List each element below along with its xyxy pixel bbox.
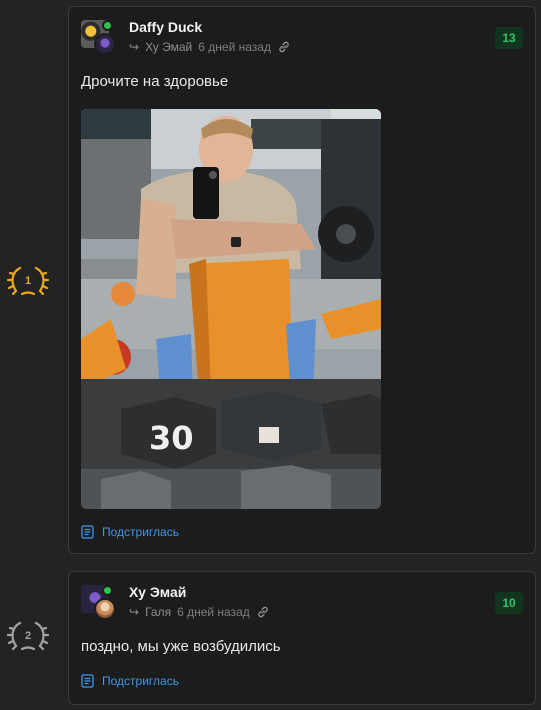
post-link-label[interactable]: Подстриглась — [102, 525, 179, 539]
avatar[interactable] — [81, 585, 116, 620]
chain-link-icon[interactable] — [256, 605, 270, 619]
post-link[interactable]: Подстриглась — [81, 525, 179, 539]
post-link-label[interactable]: Подстриглась — [102, 674, 179, 688]
comment-meta: ↪ Ху Эмай 6 дней назад — [129, 40, 291, 54]
reply-arrow-icon: ↪ — [129, 40, 140, 54]
avatar[interactable] — [81, 20, 116, 55]
comment-text: Дрочите на здоровье — [81, 73, 229, 90]
online-indicator — [102, 585, 113, 596]
document-icon — [81, 525, 94, 539]
timestamp[interactable]: 6 дней назад — [198, 40, 271, 54]
comment-card: Daffy Duck ↪ Ху Эмай 6 дней назад 13 Дро… — [68, 6, 536, 554]
attached-photo[interactable]: 30 — [81, 109, 381, 509]
online-indicator — [102, 20, 113, 31]
comment-card: Ху Эмай ↪ Галя 6 дней назад 10 поздно, м… — [68, 571, 536, 705]
reply-to-user[interactable]: Ху Эмай — [145, 40, 192, 54]
author-name[interactable]: Daffy Duck — [129, 19, 202, 35]
score-badge[interactable]: 13 — [495, 27, 523, 49]
chain-link-icon[interactable] — [277, 40, 291, 54]
comment-header: Ху Эмай ↪ Галя 6 дней назад — [81, 584, 523, 620]
author-name[interactable]: Ху Эмай — [129, 584, 186, 600]
comment-meta: ↪ Галя 6 дней назад — [129, 605, 270, 619]
document-icon — [81, 674, 94, 688]
post-link[interactable]: Подстриглась — [81, 674, 179, 688]
comment-text: поздно, мы уже возбудились — [81, 638, 281, 655]
rank-number: 1 — [24, 275, 32, 287]
avatar-secondary-image — [94, 33, 116, 55]
reply-arrow-icon: ↪ — [129, 605, 140, 619]
score-badge[interactable]: 10 — [495, 592, 523, 614]
rank-badge-silver: 2 — [6, 619, 50, 653]
comment-header: Daffy Duck ↪ Ху Эмай 6 дней назад — [81, 19, 523, 55]
timestamp[interactable]: 6 дней назад — [177, 605, 250, 619]
rank-number: 2 — [24, 630, 32, 642]
rank-badge-gold: 1 — [6, 264, 50, 298]
gym-selfie-image: 30 — [81, 109, 381, 509]
reply-to-user[interactable]: Галя — [145, 605, 171, 619]
avatar-secondary-image — [94, 598, 116, 620]
dumbbell-weight-label: 30 — [149, 419, 194, 457]
